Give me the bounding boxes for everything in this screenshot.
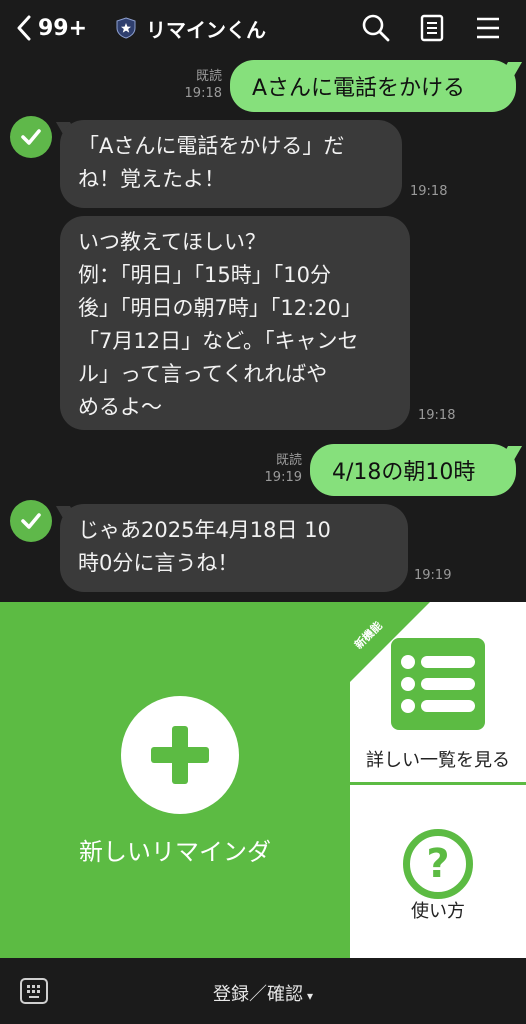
shield-icon [116, 17, 136, 39]
message-line: めるよ〜 [78, 395, 162, 419]
how-to-button[interactable]: ? 使い方 [350, 785, 526, 958]
bot-avatar[interactable] [10, 500, 52, 542]
search-icon [362, 14, 390, 42]
timestamp: 19:18 [418, 408, 456, 423]
message-bubble-outgoing[interactable]: Aさんに電話をかける [230, 60, 516, 112]
note-button[interactable] [416, 12, 448, 44]
message-bubble-incoming[interactable]: いつ教えてほしい？ 例：「明日」「15時」「10分 後」「明日の朝7時」「12:… [60, 216, 410, 430]
message-line: ル」って言ってくれればや [78, 362, 328, 386]
menu-icon [477, 17, 499, 39]
chat-area[interactable]: 既読 19:18 Aさんに電話をかける 「Aさんに電話をかける」だ ね！覚えたよ… [0, 56, 526, 602]
chat-title[interactable]: リマインくん [116, 12, 266, 44]
message-bubble-outgoing[interactable]: 4/18の朝10時 [310, 444, 516, 496]
list-view-label: 詳しい一覧を見る [366, 750, 510, 771]
question-icon: ? [403, 829, 473, 899]
message-text: 4/18の朝10時 [332, 460, 476, 485]
timestamp: 19:19 [414, 568, 452, 583]
message-line: いつ教えてほしい？ [78, 230, 266, 254]
search-button[interactable] [360, 12, 392, 44]
message-bubble-incoming[interactable]: じゃあ2025年4月18日 10 時0分に言うね！ [60, 504, 408, 592]
unread-count: 99+ [38, 15, 88, 41]
how-to-label: 使い方 [411, 901, 465, 922]
note-icon [420, 14, 444, 42]
message-text: Aさんに電話をかける [252, 76, 466, 101]
message-bubble-incoming[interactable]: 「Aさんに電話をかける」だ ね！覚えたよ！ [60, 120, 402, 208]
new-reminder-label: 新しいリマインダ [79, 838, 271, 866]
new-reminder-button[interactable]: 新しいリマインダ [0, 602, 350, 958]
list-view-button[interactable]: 新機能 詳しい一覧を見る [350, 602, 526, 782]
caret-down-icon: ▾ [306, 989, 314, 1003]
message-line: じゃあ2025年4月18日 10 [78, 518, 331, 542]
menu-button[interactable] [472, 12, 504, 44]
read-receipt: 既読 [195, 69, 222, 84]
page-title: リマインくん [146, 17, 266, 42]
plus-icon [121, 696, 239, 814]
check-icon [21, 129, 41, 145]
chat-header: 99+ リマインくん [0, 0, 526, 56]
chevron-left-icon [17, 15, 31, 41]
message-line: 例：「明日」「15時」「10分 [78, 263, 331, 287]
message-line: 時0分に言うね！ [78, 551, 239, 575]
richmenu-toggle-label: 登録／確認 [212, 984, 303, 1005]
message-line: 「7月12日」など。「キャンセ [78, 329, 359, 353]
message-line: 「Aさんに電話をかける」だ [78, 134, 345, 158]
check-icon [21, 513, 41, 529]
message-line: ね！覚えたよ！ [78, 167, 225, 191]
bottom-bar: 登録／確認 ▾ [0, 958, 526, 1024]
timestamp: 19:18 [410, 184, 448, 199]
message-line: 後」「明日の朝7時」「12:20」 [78, 296, 362, 320]
list-icon [391, 638, 485, 730]
message-meta: 既読 19:19 [250, 452, 302, 486]
bot-avatar[interactable] [10, 116, 52, 158]
read-receipt: 既読 [275, 453, 302, 468]
timestamp: 19:18 [184, 86, 222, 101]
message-meta: 既読 19:18 [170, 68, 222, 102]
back-button[interactable]: 99+ [16, 12, 87, 44]
timestamp: 19:19 [264, 470, 302, 485]
richmenu-toggle[interactable]: 登録／確認 ▾ [0, 980, 526, 1006]
rich-menu: 新しいリマインダ 新機能 詳しい一覧を見る ? 使い方 [0, 602, 526, 958]
